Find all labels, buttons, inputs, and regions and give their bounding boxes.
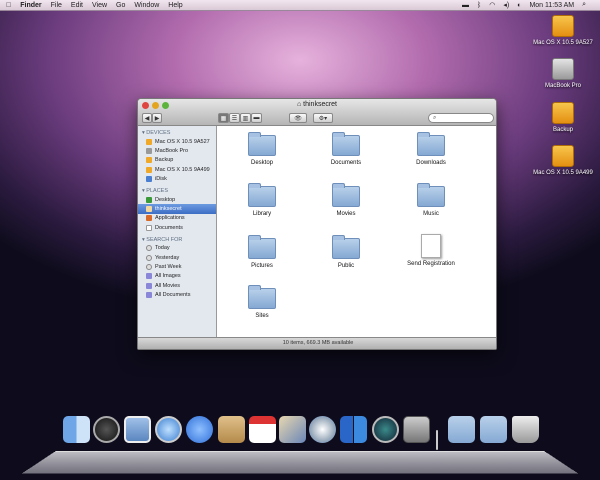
sidebar-item-idisk[interactable]: iDisk bbox=[138, 175, 216, 184]
folder-music[interactable]: Music bbox=[396, 183, 466, 217]
dock-trash-icon[interactable] bbox=[512, 416, 539, 443]
column-view-button[interactable]: ▥ bbox=[240, 113, 251, 123]
folder-icon bbox=[248, 235, 276, 259]
folder-icon bbox=[417, 183, 445, 207]
folder-pictures[interactable]: Pictures bbox=[227, 235, 297, 269]
sidebar: ▾ DEVICES Mac OS X 10.5 9A527 MacBook Pr… bbox=[138, 126, 217, 339]
quick-look-button[interactable]: 👁 bbox=[289, 113, 307, 123]
sidebar-item-today[interactable]: Today bbox=[138, 244, 216, 253]
menu-edit[interactable]: Edit bbox=[71, 2, 83, 9]
sidebar-item-documents[interactable]: Documents bbox=[138, 223, 216, 232]
dock-dashboard-icon[interactable] bbox=[93, 416, 120, 443]
bluetooth-icon[interactable]: ᛒ bbox=[477, 2, 481, 9]
dock-system-preferences-icon[interactable] bbox=[403, 416, 430, 443]
sidebar-header-search-for[interactable]: ▾ SEARCH FOR bbox=[138, 233, 216, 244]
battery-icon[interactable]: ◐ bbox=[517, 2, 521, 9]
desktop-icon-label: Mac OS X 10.5 9A527 bbox=[533, 40, 593, 46]
folder-icon bbox=[248, 132, 276, 156]
menu-help[interactable]: Help bbox=[168, 2, 182, 9]
folder-icon bbox=[332, 132, 360, 156]
sidebar-item-past-week[interactable]: Past Week bbox=[138, 262, 216, 271]
folder-icon bbox=[417, 132, 445, 156]
sidebar-item-volume-9a527[interactable]: Mac OS X 10.5 9A527 bbox=[138, 137, 216, 146]
menu-view[interactable]: View bbox=[92, 2, 107, 9]
menu-bar:  Finder File Edit View Go Window Help ▬… bbox=[0, 0, 600, 11]
folder-icon bbox=[248, 183, 276, 207]
sidebar-item-macbook-pro[interactable]: MacBook Pro bbox=[138, 146, 216, 155]
sidebar-item-thinksecret[interactable]: thinksecret bbox=[138, 204, 216, 214]
dock-mail-icon[interactable] bbox=[124, 416, 151, 443]
hard-drive-icon bbox=[552, 58, 574, 80]
desktop-icon-label: Backup bbox=[552, 127, 573, 133]
sidebar-item-yesterday[interactable]: Yesterday bbox=[138, 253, 216, 262]
folder-downloads[interactable]: Downloads bbox=[396, 132, 466, 166]
dock-separator bbox=[436, 430, 438, 450]
desktop-icon-volume-9a527[interactable]: Mac OS X 10.5 9A527 bbox=[528, 15, 598, 46]
sidebar-header-devices[interactable]: ▾ DEVICES bbox=[138, 126, 216, 137]
desktop-icon-backup[interactable]: Backup bbox=[528, 102, 598, 133]
display-icon[interactable]: ▬ bbox=[462, 2, 469, 9]
menu-finder[interactable]: Finder bbox=[20, 2, 41, 9]
spotlight-icon[interactable]: ⌕ bbox=[582, 1, 586, 9]
dock bbox=[21, 450, 579, 474]
usb-drive-icon bbox=[552, 102, 574, 124]
dock-documents-stack-icon[interactable] bbox=[448, 416, 475, 443]
menu-window[interactable]: Window bbox=[134, 2, 159, 9]
menu-go[interactable]: Go bbox=[116, 2, 125, 9]
desktop-icon-label: Mac OS X 10.5 9A499 bbox=[533, 170, 593, 176]
file-icon-view: Desktop Documents Downloads Library Movi… bbox=[218, 126, 496, 339]
dock-iphoto-icon[interactable] bbox=[279, 416, 306, 443]
sidebar-item-all-documents[interactable]: All Documents bbox=[138, 290, 216, 299]
folder-movies[interactable]: Movies bbox=[311, 183, 381, 217]
title-bar[interactable]: ⌂ thinksecret ◀ ▶ ▦ ☰ ▥ ▬ 👁 ⚙▾ ⌕ bbox=[138, 99, 496, 126]
clock[interactable]: Mon 11:53 AM bbox=[529, 2, 574, 9]
folder-public[interactable]: Public bbox=[311, 235, 381, 269]
dock-itunes-icon[interactable] bbox=[309, 416, 336, 443]
dock-downloads-stack-icon[interactable] bbox=[480, 416, 507, 443]
folder-sites[interactable]: Sites bbox=[227, 285, 297, 319]
folder-library[interactable]: Library bbox=[227, 183, 297, 217]
back-button[interactable]: ◀ bbox=[142, 113, 152, 123]
dock-finder-icon[interactable] bbox=[63, 416, 90, 443]
folder-documents[interactable]: Documents bbox=[311, 132, 381, 166]
desktop-icon-label: MacBook Pro bbox=[544, 83, 581, 89]
sidebar-item-all-images[interactable]: All Images bbox=[138, 272, 216, 281]
desktop-icon-macbook-pro[interactable]: MacBook Pro bbox=[528, 58, 598, 89]
list-view-button[interactable]: ☰ bbox=[229, 113, 240, 123]
dock-spaces-icon[interactable] bbox=[340, 416, 367, 443]
desktop-icon-volume-9a499[interactable]: Mac OS X 10.5 9A499 bbox=[528, 145, 598, 176]
dock-ical-icon[interactable] bbox=[249, 416, 276, 443]
file-send-registration[interactable]: Send Registration bbox=[396, 234, 466, 267]
wifi-icon[interactable]: ◠ bbox=[489, 1, 495, 9]
sidebar-item-applications[interactable]: Applications bbox=[138, 214, 216, 223]
sidebar-item-volume-9a499[interactable]: Mac OS X 10.5 9A499 bbox=[138, 165, 216, 174]
usb-drive-icon bbox=[552, 15, 574, 37]
dock-address-book-icon[interactable] bbox=[218, 416, 245, 443]
finder-window: ⌂ thinksecret ◀ ▶ ▦ ☰ ▥ ▬ 👁 ⚙▾ ⌕ ▾ DEVIC… bbox=[137, 98, 497, 350]
folder-icon bbox=[248, 285, 276, 309]
status-bar: 10 items, 669.3 MB available bbox=[138, 337, 496, 349]
sidebar-item-backup[interactable]: Backup bbox=[138, 156, 216, 165]
dock-time-machine-icon[interactable] bbox=[372, 416, 399, 443]
volume-icon[interactable]: ◂) bbox=[503, 1, 509, 9]
search-icon: ⌕ bbox=[433, 115, 437, 121]
folder-icon bbox=[332, 235, 360, 259]
usb-drive-icon bbox=[552, 145, 574, 167]
folder-desktop[interactable]: Desktop bbox=[227, 132, 297, 166]
folder-icon bbox=[332, 183, 360, 207]
action-menu-button[interactable]: ⚙▾ bbox=[313, 113, 333, 123]
menu-file[interactable]: File bbox=[51, 2, 62, 9]
dock-safari-icon[interactable] bbox=[155, 416, 182, 443]
sidebar-item-all-movies[interactable]: All Movies bbox=[138, 281, 216, 290]
coverflow-view-button[interactable]: ▬ bbox=[251, 113, 262, 123]
sidebar-item-desktop[interactable]: Desktop bbox=[138, 195, 216, 204]
window-title: thinksecret bbox=[303, 101, 338, 108]
search-field[interactable]: ⌕ bbox=[428, 113, 494, 123]
alias-document-icon bbox=[421, 234, 441, 258]
forward-button[interactable]: ▶ bbox=[152, 113, 162, 123]
apple-menu-icon[interactable]:  bbox=[6, 2, 11, 9]
icon-view-button[interactable]: ▦ bbox=[218, 113, 229, 123]
dock-ichat-icon[interactable] bbox=[186, 416, 213, 443]
sidebar-header-places[interactable]: ▾ PLACES bbox=[138, 184, 216, 195]
